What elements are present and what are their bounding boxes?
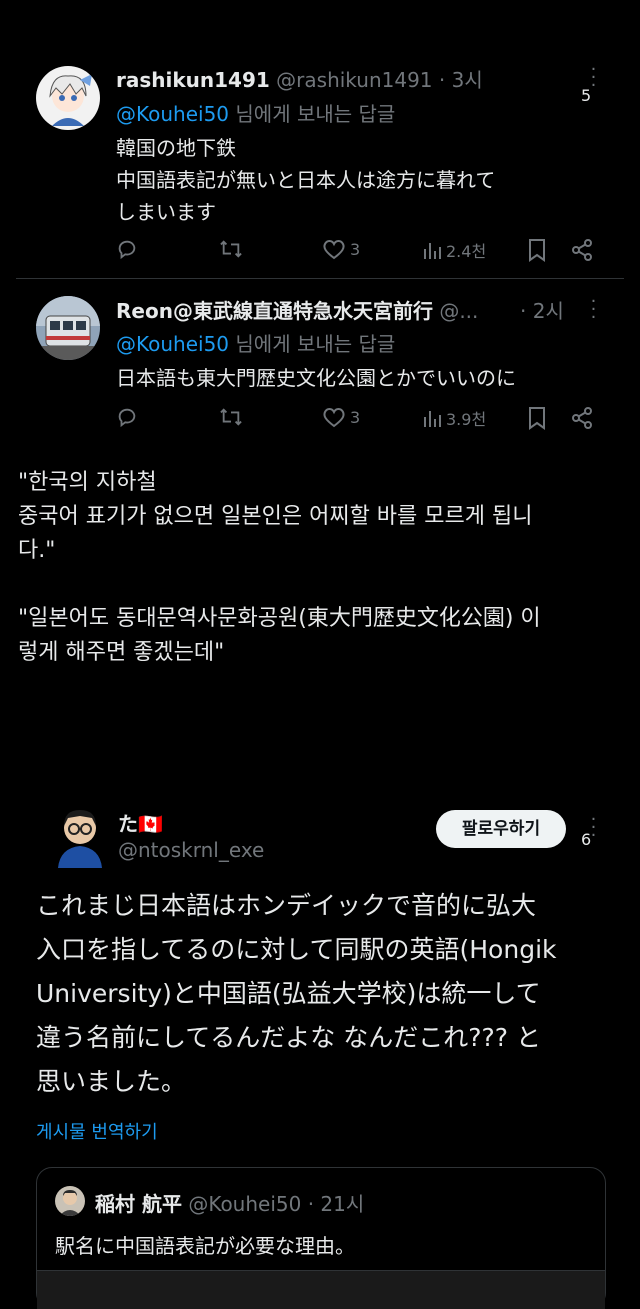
reply-icon (118, 240, 136, 260)
views-button[interactable]: 3.9천 (422, 406, 486, 430)
tweet-line: これまじ日本語はホンデイックで音的に弘大 (36, 891, 537, 920)
user-handle[interactable]: @... (439, 299, 478, 323)
retweet-icon (220, 408, 242, 426)
tweet-line: 入口を指してるのに対して同駅の英語(Hongik (36, 935, 557, 964)
reply-mention[interactable]: @Kouhei50 (116, 332, 229, 356)
reply-icon (118, 408, 136, 428)
tweet-time[interactable]: · 3시 (439, 68, 483, 92)
retweet-button[interactable] (218, 238, 244, 260)
like-button[interactable]: 3 (322, 406, 360, 428)
like-button[interactable]: 3 (322, 238, 360, 260)
translation-line: 렇게 해주면 좋겠는데" (18, 640, 225, 665)
translation-line: "일본어도 동대문역사문화공원(東大門歴史文化公園) 이 (18, 606, 541, 631)
avatar[interactable] (36, 296, 100, 360)
reply-context: 님에게 보내는 답글 (235, 332, 396, 356)
follow-button[interactable]: 팔로우하기 (436, 810, 566, 848)
tweet-line: 違う名前にしてるんだよな なんだこれ??? と (36, 1023, 541, 1052)
reply-button[interactable] (116, 238, 138, 260)
translation-line: 다." (18, 538, 56, 563)
quoted-tweet[interactable]: 稲村 航平 @Kouhei50 · 21시 駅名に中国語表記が必要な理由。 (36, 1167, 606, 1309)
reply-button[interactable] (116, 406, 138, 428)
translation-text: "한국의 지하철 중국어 표기가 없으면 일본인은 어찌할 바를 모르게 됩니 … (18, 466, 618, 670)
translation-line (18, 568, 618, 602)
retweet-button[interactable] (218, 406, 244, 428)
tweet-line: 韓国の地下鉄 (116, 136, 236, 160)
quote-text: 駅名に中国語表記が必要な理由。 (55, 1234, 355, 1258)
tweet-time[interactable]: · 2시 (520, 295, 564, 324)
bookmark-button[interactable] (526, 406, 548, 430)
tweet-line: 中国語表記が無いと日本人は途方に暮れて (116, 168, 496, 192)
translation-line: "한국의 지하철 (18, 470, 157, 495)
tweet-text: 日本語も東大門歴史文化公園とかでいいのに (116, 366, 516, 390)
reply-mention[interactable]: @Kouhei50 (116, 102, 229, 126)
views-icon (424, 243, 441, 259)
tweet-text: 韓国の地下鉄 中国語表記が無いと日本人は途方に暮れて しまいます (116, 132, 495, 228)
tweet-line: 思いました。 (36, 1067, 187, 1096)
tweet-line: しまいます (116, 200, 216, 224)
user-handle[interactable]: @ntoskrnl_exe (118, 838, 264, 862)
display-name[interactable]: た🇨🇦 (118, 808, 163, 837)
share-button[interactable] (570, 406, 594, 430)
like-count: 3 (350, 407, 361, 427)
quote-media[interactable] (37, 1270, 605, 1309)
reply-context: 님에게 보내는 답글 (235, 102, 396, 126)
user-handle: @Kouhei50 (188, 1192, 302, 1216)
bookmark-icon (529, 407, 545, 430)
display-name: 稲村 航平 (95, 1192, 182, 1216)
display-name[interactable]: rashikun1491 (116, 68, 270, 92)
display-name[interactable]: Reon@東武線直通特急水天宮前行 (116, 299, 433, 323)
avatar[interactable] (50, 804, 110, 868)
user-handle[interactable]: @rashikun1491 (276, 68, 432, 92)
marker-label: 6 (581, 830, 592, 849)
bookmark-icon (529, 239, 545, 262)
share-button[interactable] (570, 238, 594, 262)
share-icon (572, 407, 592, 429)
tweet-time: · 21시 (307, 1192, 365, 1216)
divider (16, 278, 624, 279)
translation-line: 중국어 표기가 없으면 일본인은 어찌할 바를 모르게 됩니 (18, 504, 533, 529)
like-count: 3 (350, 239, 361, 259)
more-icon[interactable]: · · · (586, 293, 600, 327)
heart-icon (323, 240, 345, 260)
views-button[interactable]: 2.4천 (422, 238, 486, 262)
translate-post-link[interactable]: 게시물 번역하기 (36, 1118, 158, 1144)
heart-icon (323, 408, 345, 428)
views-icon (424, 411, 441, 427)
avatar (55, 1186, 85, 1216)
avatar[interactable] (36, 66, 100, 130)
share-icon (572, 239, 592, 261)
bookmark-button[interactable] (526, 238, 548, 262)
tweet-line: University)と中国語(弘益大学校)は統一して (36, 979, 541, 1008)
view-count: 3.9천 (446, 410, 487, 429)
retweet-icon (220, 240, 242, 258)
tweet-text: これまじ日本語はホンデイックで音的に弘大 入口を指してるのに対して同駅の英語(H… (36, 884, 557, 1104)
marker-label: 5 (581, 86, 592, 105)
view-count: 2.4천 (446, 242, 487, 261)
